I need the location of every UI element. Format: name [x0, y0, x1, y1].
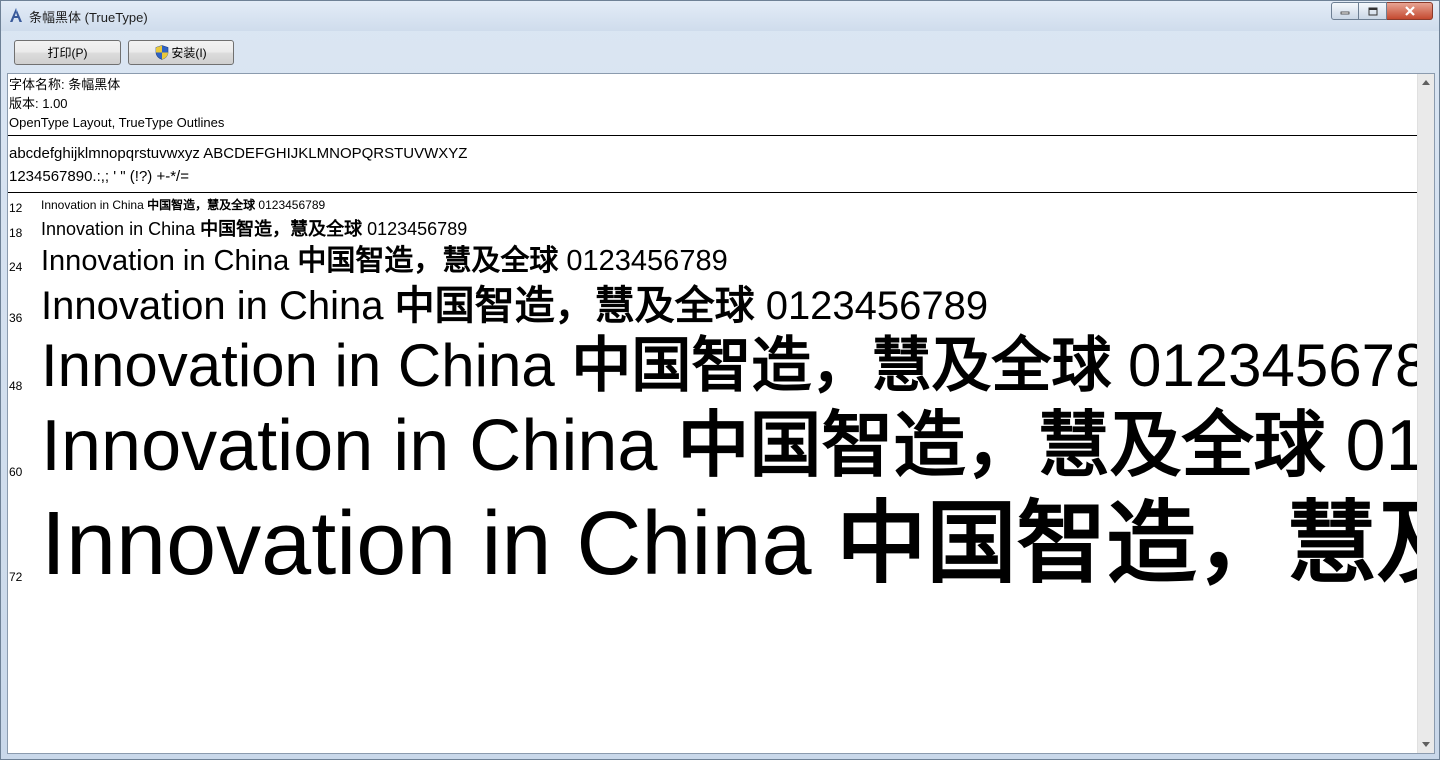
- window-title: 条幅黑体 (TrueType): [29, 10, 148, 25]
- scroll-down-icon: [1422, 742, 1430, 747]
- font-outline-line: OpenType Layout, TrueType Outlines: [9, 115, 225, 130]
- sample-cjk: 中国智造，慧及全球: [836, 491, 1418, 596]
- sample-size-label: 18: [9, 226, 23, 240]
- font-preview-pane[interactable]: 字体名称: 条幅黑体 版本: 1.00 OpenType Layout, Tru…: [7, 73, 1435, 754]
- sample-size-label: 24: [9, 260, 23, 274]
- sample-text: Innovation in China 中国智造，慧及全球 0123456789: [41, 199, 325, 211]
- maximize-icon: [1368, 7, 1377, 15]
- sample-latin: Innovation in China: [41, 284, 395, 328]
- sample-text: Innovation in China 中国智造，慧及全球 0123456789: [41, 286, 988, 326]
- install-button[interactable]: 安装(I): [128, 40, 234, 65]
- font-app-icon: [10, 8, 22, 22]
- font-name-line: 字体名称: 条幅黑体: [9, 77, 121, 92]
- font-version-line: 版本: 1.00: [9, 96, 68, 111]
- close-button[interactable]: [1387, 2, 1433, 20]
- charset-letters-line: abcdefghijklmnopqrstuvwxyz ABCDEFGHIJKLM…: [9, 145, 468, 162]
- sample-latin: Innovation in China: [41, 198, 148, 212]
- sample-digits: 0123456789: [754, 284, 989, 328]
- sample-cjk: 中国智造，慧及全球: [200, 219, 363, 240]
- sample-digits: 0123456789: [1128, 332, 1418, 399]
- maximize-button[interactable]: [1359, 2, 1387, 20]
- sample-latin: Innovation in China: [41, 494, 837, 594]
- sample-size-label: 36: [9, 311, 23, 325]
- sample-digits: 0123456789: [362, 219, 468, 239]
- sample-cjk: 中国智造，慧及全球: [147, 198, 256, 212]
- sample-latin: Innovation in China: [41, 245, 298, 277]
- sample-digits: 0123456789: [255, 198, 326, 212]
- font-viewer-window: 条幅黑体 (TrueType) 打印(P) 安装(I) 字体名称: 条幅黑体 版…: [0, 0, 1440, 760]
- install-button-label: 安装(I): [171, 46, 207, 60]
- toolbar: 打印(P) 安装(I): [7, 33, 1433, 71]
- minimize-button[interactable]: [1331, 2, 1359, 20]
- preview-content: 字体名称: 条幅黑体 版本: 1.00 OpenType Layout, Tru…: [8, 74, 1418, 753]
- title-bar[interactable]: 条幅黑体 (TrueType): [1, 1, 1439, 31]
- vertical-scrollbar[interactable]: [1417, 74, 1434, 753]
- sample-text: Innovation in China 中国智造，慧及全球 0123456789: [41, 246, 728, 276]
- print-button[interactable]: 打印(P): [14, 40, 121, 65]
- sample-text: Innovation in China 中国智造，慧及全球 0123456789: [41, 499, 1418, 590]
- sample-text: Innovation in China 中国智造，慧及全球 0123456789: [41, 336, 1418, 397]
- sample-cjk: 中国智造，慧及全球: [571, 331, 1112, 401]
- separator: [8, 192, 1418, 193]
- sample-size-label: 12: [9, 201, 23, 215]
- separator: [8, 135, 1418, 136]
- uac-shield-icon: [156, 45, 169, 60]
- caption-buttons: [1331, 2, 1433, 22]
- sample-cjk: 中国智造，慧及全球: [297, 243, 559, 277]
- sample-text: Innovation in China 中国智造，慧及全球 0123456789: [41, 220, 467, 239]
- close-icon: [1404, 6, 1415, 16]
- sample-digits: 0123456789: [1345, 406, 1418, 486]
- scroll-up-button[interactable]: [1418, 74, 1434, 91]
- sample-size-label: 72: [9, 570, 23, 584]
- sample-latin: Innovation in China: [41, 219, 201, 239]
- sample-digits: 0123456789: [558, 245, 728, 277]
- sample-text: Innovation in China 中国智造，慧及全球 0123456789: [41, 409, 1418, 482]
- scroll-up-icon: [1422, 80, 1430, 85]
- print-button-label: 打印(P): [47, 46, 88, 60]
- sample-latin: Innovation in China: [41, 332, 572, 399]
- minimize-icon: [1340, 11, 1350, 15]
- scroll-down-button[interactable]: [1418, 736, 1434, 753]
- charset-digits-line: 1234567890.:,; ' " (!?) +-*/=: [9, 168, 189, 185]
- sample-latin: Innovation in China: [41, 406, 678, 486]
- sample-size-label: 48: [9, 379, 23, 393]
- sample-size-label: 60: [9, 465, 23, 479]
- sample-cjk: 中国智造，慧及全球: [394, 283, 755, 329]
- sample-cjk: 中国智造，慧及全球: [677, 403, 1326, 487]
